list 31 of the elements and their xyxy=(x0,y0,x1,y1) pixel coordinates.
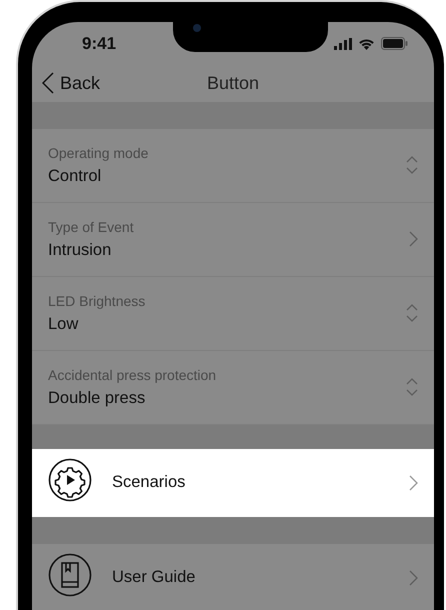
setting-label: Type of Event xyxy=(48,218,135,235)
setting-value: Double press xyxy=(48,388,146,408)
wifi-icon xyxy=(358,38,375,50)
status-time: 9:41 xyxy=(82,34,116,54)
menu-row[interactable]: Scenarios xyxy=(32,449,434,517)
chevron-left-icon xyxy=(42,72,54,94)
up-down-chevron-icon xyxy=(406,155,418,176)
setting-label: Operating mode xyxy=(48,144,150,161)
gear-play-icon xyxy=(48,458,92,502)
screen-title: Button xyxy=(206,72,260,93)
signal-icon xyxy=(334,38,352,50)
chevron-right-icon xyxy=(409,231,418,248)
battery-icon xyxy=(381,37,408,50)
back-button[interactable]: Back xyxy=(42,72,100,94)
setting-row[interactable]: Operating mode Control xyxy=(32,128,434,203)
chevron-right-icon xyxy=(409,570,418,586)
menu-label: Scenarios xyxy=(112,473,186,492)
up-down-chevron-icon xyxy=(406,377,418,398)
chevron-right-icon xyxy=(409,474,418,490)
setting-value: Control xyxy=(48,166,102,186)
setting-row[interactable]: Type of Event Intrusion xyxy=(32,202,434,277)
camera-icon xyxy=(193,24,201,32)
setting-value: Intrusion xyxy=(48,240,112,260)
setting-row[interactable]: Accidental press protection Double press xyxy=(32,350,434,425)
setting-value: Low xyxy=(48,314,80,334)
book-icon xyxy=(48,553,92,597)
up-down-chevron-icon xyxy=(406,303,418,324)
setting-label: LED Brightness xyxy=(48,292,146,309)
setting-label: Accidental press protection xyxy=(48,366,218,383)
menu-label: User Guide xyxy=(112,568,196,587)
setting-row[interactable]: LED Brightness Low xyxy=(32,276,434,351)
